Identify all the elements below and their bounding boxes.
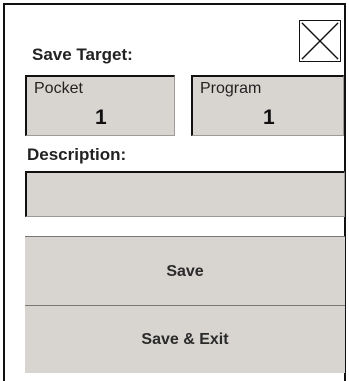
program-field[interactable]: Program 1 — [191, 75, 344, 136]
save-dialog: Save Target: Pocket 1 Program 1 Descript… — [3, 3, 346, 381]
description-input[interactable] — [25, 171, 345, 217]
save-exit-button[interactable]: Save & Exit — [25, 305, 345, 373]
program-value: 1 — [263, 106, 275, 129]
save-button[interactable]: Save — [25, 236, 345, 305]
pocket-value: 1 — [95, 106, 107, 129]
close-icon — [301, 22, 339, 60]
save-target-label: Save Target: — [32, 45, 133, 64]
close-button[interactable] — [299, 20, 341, 62]
pocket-field[interactable]: Pocket 1 — [25, 75, 175, 136]
pocket-caption: Pocket — [34, 80, 83, 97]
program-caption: Program — [200, 80, 262, 97]
description-label: Description: — [27, 145, 127, 164]
